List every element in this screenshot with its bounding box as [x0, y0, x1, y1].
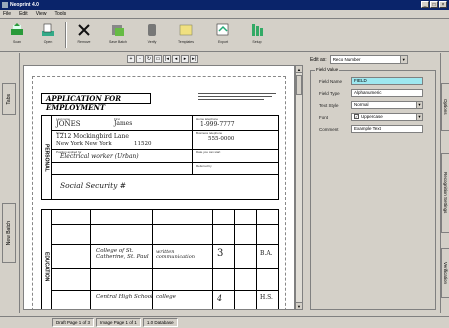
status-bar: Draft Page 1 of 3 Image Page 1 of 1 1.0 … [0, 316, 449, 328]
prop-row-field-name: Field Name FIELD [319, 77, 423, 85]
zoom-out-button[interactable]: - [136, 54, 144, 63]
text-style-select[interactable]: Normal ▼ [351, 101, 423, 109]
personal-section: PERSONAL Last name First Home telephone … [41, 115, 279, 200]
prop-row-font: Font ✓ Uppercase ▼ [319, 113, 423, 121]
prop-row-field-type: Field Type Alphanumeric [319, 89, 423, 97]
prop-row-text-style: Text Style Normal ▼ [319, 101, 423, 109]
scan-button[interactable]: Scan [3, 19, 31, 50]
field-value-group: Field Value Field Name FIELD Field Type … [310, 67, 436, 310]
minimize-button[interactable]: _ [421, 1, 429, 8]
form-page: APPLICATION FOR EMPLOYMENT PERSONAL Last… [32, 76, 286, 309]
tab-tabs[interactable]: Tabs [2, 83, 16, 115]
verify-button[interactable]: Verify [138, 19, 166, 50]
field-first-name: James [114, 120, 133, 127]
tab-new-batch[interactable]: New Batch [2, 203, 16, 263]
zoom-in-button[interactable]: + [127, 54, 135, 63]
chevron-down-icon: ▼ [399, 56, 407, 63]
scroll-thumb[interactable] [296, 75, 302, 95]
menu-bar: File Edit View Tools [0, 10, 449, 19]
open-document-icon [40, 22, 56, 38]
vertical-scrollbar[interactable]: ▲ ▼ [295, 65, 303, 310]
field-college: College of St. Catherine, St. Paul [96, 248, 149, 260]
edit-as-select[interactable]: Reco Number ▼ [329, 55, 408, 64]
export-icon [215, 22, 231, 38]
menu-tools[interactable]: Tools [54, 11, 66, 17]
field-city-state: New York New York [56, 141, 112, 147]
status-draft-page: Draft Page 1 of 3 [52, 318, 95, 327]
last-page-button[interactable]: ▸| [190, 54, 198, 63]
field-zip: 11520 [134, 141, 152, 147]
toolbar-separator [65, 22, 67, 48]
field-hs-type: college [156, 294, 176, 300]
field-hs-years: 4 [217, 294, 223, 303]
setup-icon [249, 22, 265, 38]
menu-edit[interactable]: Edit [19, 11, 28, 17]
field-type-input[interactable]: Alphanumeric [351, 89, 423, 97]
status-database: 1.0 Database [142, 318, 178, 327]
form-title: APPLICATION FOR EMPLOYMENT [41, 93, 151, 112]
chevron-down-icon: ▼ [416, 102, 422, 108]
app-window: Neoprint 4.0 _ □ × File Edit View Tools … [0, 0, 449, 328]
tab-verification[interactable]: Verification [441, 248, 449, 298]
status-image-page: Image Page 1 of 1 [96, 318, 141, 327]
properties-panel: Edit as: Reco Number ▼ Field Value Field… [306, 53, 439, 313]
field-phone-2: 555-0000 [208, 136, 235, 142]
right-tab-strip: Options Recognition Settings Verificatio… [440, 53, 449, 313]
prev-page-button[interactable]: ◂ [172, 54, 180, 63]
menu-file[interactable]: File [3, 11, 11, 17]
left-tab-strip: Tabs New Batch [0, 53, 20, 313]
title-bar: Neoprint 4.0 _ □ × [0, 0, 449, 10]
tab-recognition-settings[interactable]: Recognition Settings [441, 153, 449, 233]
field-name-input[interactable]: FIELD [351, 77, 423, 85]
menu-view[interactable]: View [36, 11, 47, 17]
toolbar: Scan Open Remove Save Batch Verify Templ… [0, 19, 449, 52]
tab-options[interactable]: Options [441, 83, 449, 131]
field-street: 1212 Mockingbird Lane [56, 133, 129, 140]
setup-button[interactable]: Setup [243, 19, 271, 50]
field-degree: B.A. [260, 250, 273, 257]
document-viewer[interactable]: APPLICATION FOR EMPLOYMENT PERSONAL Last… [23, 65, 295, 310]
remove-button[interactable]: Remove [70, 19, 98, 50]
checkbox-icon[interactable]: ✓ [354, 114, 359, 120]
field-high-school: Central High School [96, 294, 153, 300]
field-years: 3 [217, 248, 224, 259]
delete-x-icon [76, 22, 92, 38]
verify-icon [144, 22, 160, 38]
field-major: written communication [156, 249, 195, 260]
chevron-down-icon: ▼ [416, 114, 422, 120]
first-page-button[interactable]: |◂ [163, 54, 171, 63]
field-hs-degree: H.S. [260, 294, 273, 301]
next-page-button[interactable]: ▸ [181, 54, 189, 63]
maximize-button[interactable]: □ [430, 1, 438, 8]
field-position: Electrical worker (Urban) [60, 153, 139, 160]
templates-button[interactable]: Templates [169, 19, 203, 50]
rotate-button[interactable]: ↻ [145, 54, 153, 63]
fit-page-button[interactable]: ▭ [154, 54, 162, 63]
field-last-name: JONES [56, 120, 81, 128]
education-section: EDUCATION College of St. Catherine, St. … [41, 209, 279, 309]
window-title: Neoprint 4.0 [10, 2, 39, 8]
save-batch-button[interactable]: Save Batch [101, 19, 135, 50]
form-instructions [198, 93, 278, 103]
document-pane: + - ↻ ▭ |◂ ◂ ▸ ▸| APPLICATION FOR EMPLOY… [21, 53, 304, 313]
field-social: Social Security # [60, 181, 127, 190]
scroll-up-icon[interactable]: ▲ [296, 66, 302, 73]
comment-input[interactable]: Example Text [351, 125, 423, 133]
field-phone: 1-999-7777 [200, 121, 235, 128]
prop-row-comment: Comment Example Text [319, 125, 423, 133]
font-select[interactable]: ✓ Uppercase ▼ [351, 113, 423, 121]
education-side-label: EDUCATION [42, 210, 52, 309]
close-button[interactable]: × [439, 1, 447, 8]
page-nav-bar: + - ↻ ▭ |◂ ◂ ▸ ▸| [21, 53, 304, 64]
open-button[interactable]: Open [34, 19, 62, 50]
scanner-icon [9, 22, 25, 38]
export-button[interactable]: Export [206, 19, 240, 50]
template-icon [178, 22, 194, 38]
scroll-down-icon[interactable]: ▼ [296, 302, 302, 309]
edit-as-label: Edit as: [310, 56, 327, 63]
app-icon [2, 2, 8, 8]
save-batch-icon [110, 22, 126, 38]
personal-side-label: PERSONAL [42, 116, 52, 199]
